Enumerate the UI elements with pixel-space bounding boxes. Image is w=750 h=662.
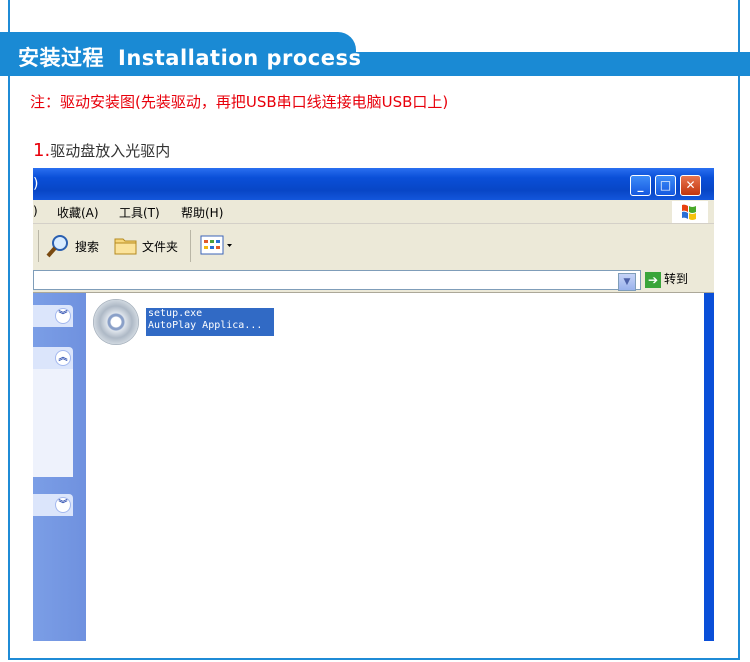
menu-help[interactable]: 帮助(H) — [181, 204, 223, 221]
folder-icon[interactable] — [113, 234, 139, 259]
search-icon[interactable] — [45, 233, 71, 262]
file-view — [86, 293, 704, 641]
explorer-window: ) _ □ ✕ ) 收藏(A) 工具(T) 帮助(H) 搜索 文件夹 ▼ ➔ 转… — [33, 168, 714, 641]
close-button[interactable]: ✕ — [680, 175, 701, 196]
go-arrow-icon: ➔ — [645, 271, 661, 288]
address-bar: ▼ ➔ 转到 — [33, 268, 714, 293]
page-title: 安装过程 Installation process — [18, 42, 361, 72]
maximize-button[interactable]: □ — [655, 175, 676, 196]
task-panel-body — [33, 369, 73, 477]
step-text: 驱动盘放入光驱内 — [50, 142, 171, 160]
menu-bar: ) 收藏(A) 工具(T) 帮助(H) — [33, 200, 714, 224]
title-cn: 安装过程 — [18, 46, 104, 70]
chevron-down-icon[interactable]: ▼ — [618, 273, 636, 291]
task-panel-header[interactable]: ︾ — [33, 305, 73, 327]
toolbar-separator — [190, 230, 191, 262]
task-pane: ︾ ︽ ︾ — [33, 293, 86, 641]
menu-favorites[interactable]: 收藏(A) — [57, 204, 99, 221]
file-item-selected[interactable]: setup.exe AutoPlay Applica... — [146, 308, 274, 336]
window-border — [704, 293, 714, 641]
windows-logo-icon — [672, 201, 708, 223]
minimize-button[interactable]: _ — [630, 175, 651, 196]
go-button[interactable]: ➔ 转到 — [645, 270, 688, 288]
toolbar: 搜索 文件夹 — [33, 224, 714, 269]
toolbar-separator — [38, 230, 39, 262]
step-1: 1.驱动盘放入光驱内 — [33, 140, 170, 161]
task-panel-header[interactable]: ︾ — [33, 494, 73, 516]
menu-fragment[interactable]: ) — [33, 204, 38, 218]
title-bar: ) _ □ ✕ — [33, 168, 714, 200]
search-button[interactable]: 搜索 — [75, 238, 99, 255]
chevron-up-icon[interactable]: ︽ — [55, 350, 71, 366]
step-number: 1. — [33, 140, 51, 161]
file-name: setup.exe — [148, 308, 203, 319]
go-label: 转到 — [664, 272, 689, 286]
menu-tools[interactable]: 工具(T) — [119, 204, 160, 221]
task-panel-header[interactable]: ︽ — [33, 347, 73, 369]
cd-icon[interactable] — [93, 299, 139, 345]
views-icon[interactable] — [200, 235, 236, 260]
window-title: ) — [33, 176, 39, 192]
title-en: Installation process — [118, 46, 362, 70]
chevron-down-icon[interactable]: ︾ — [55, 308, 71, 324]
file-description: AutoPlay Applica... — [148, 320, 263, 331]
address-input[interactable]: ▼ — [33, 270, 641, 291]
driver-note: 注：驱动安装图(先装驱动，再把USB串口线连接电脑USB口上) — [30, 93, 449, 111]
folders-button[interactable]: 文件夹 — [142, 238, 178, 255]
chevron-down-icon[interactable]: ︾ — [55, 497, 71, 513]
